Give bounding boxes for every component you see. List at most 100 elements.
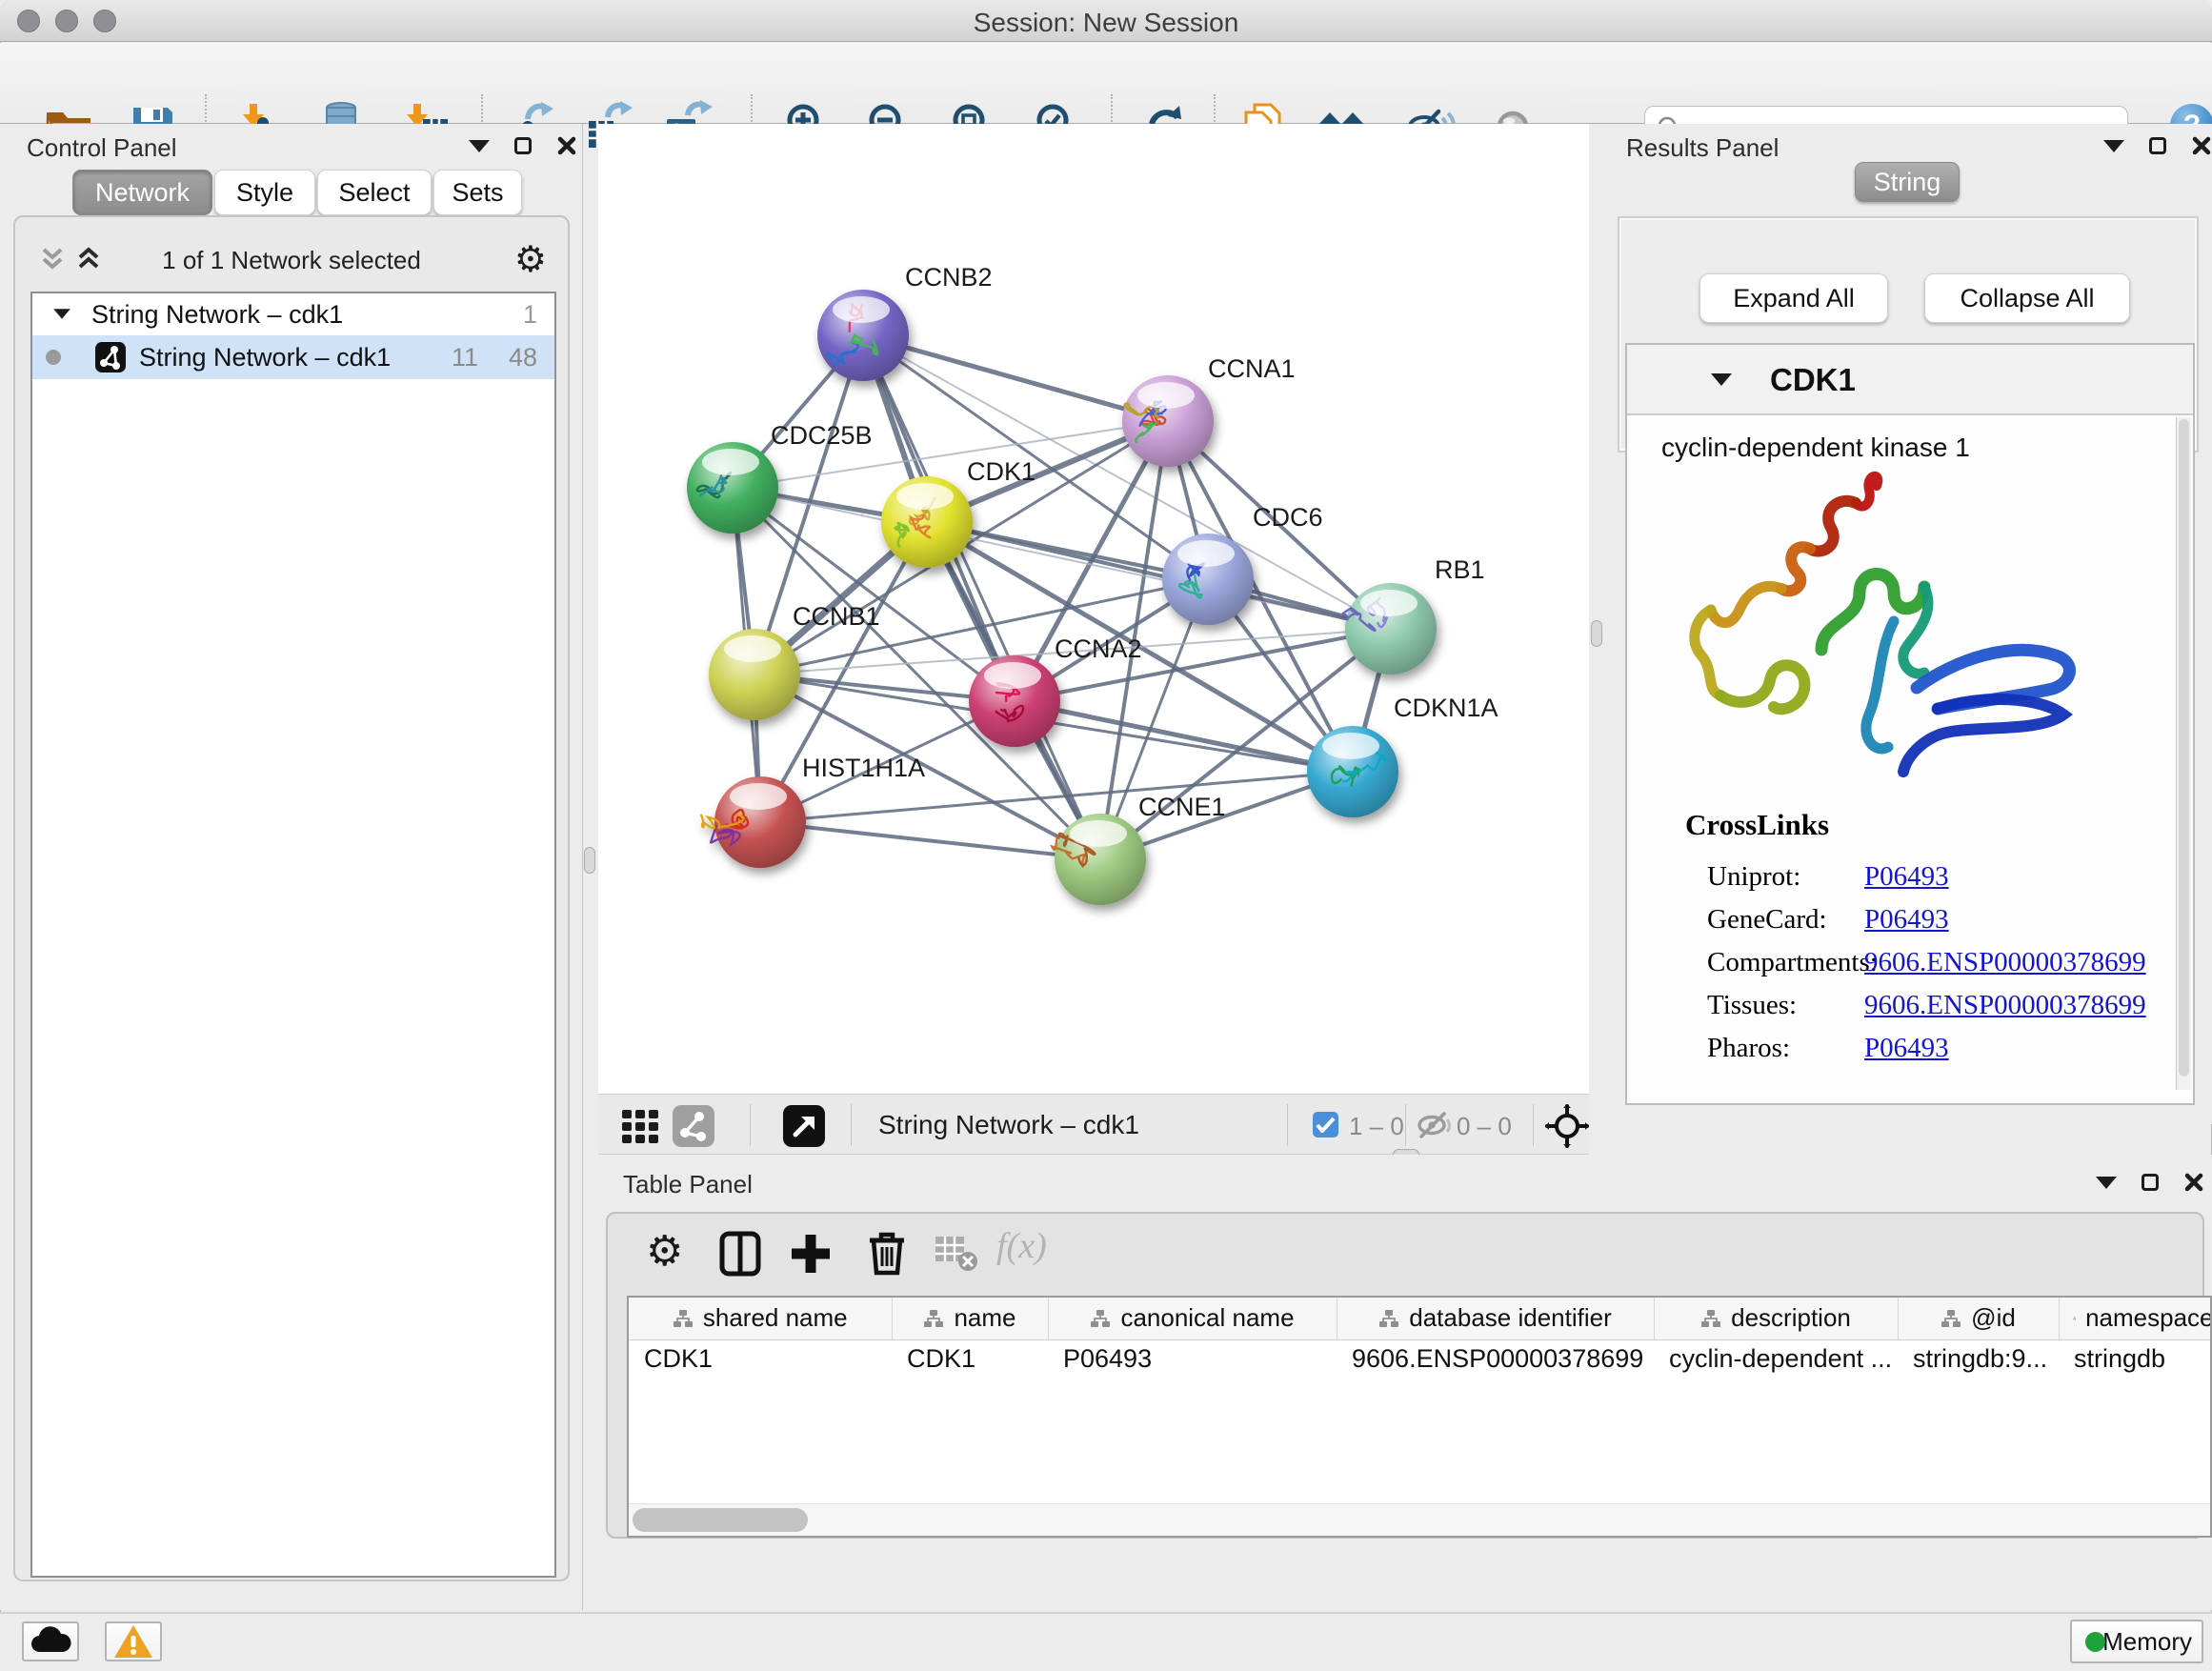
tissues-link[interactable]: 9606.ENSP00000378699: [1864, 990, 2146, 1021]
crosslink-row: Tissues:9606.ENSP00000378699: [1685, 984, 2181, 1027]
node-label-CCNA2: CCNA2: [1055, 634, 1142, 663]
add-column-icon[interactable]: [789, 1231, 833, 1279]
vertical-splitter-grip[interactable]: [1591, 620, 1602, 647]
center-view-icon[interactable]: [1545, 1104, 1589, 1151]
node-label-CCNB1: CCNB1: [793, 602, 880, 631]
network-status-dot: [46, 350, 61, 365]
edge-CDK1-RB1[interactable]: [927, 522, 1391, 629]
table-cell: cyclin-dependent ...: [1654, 1339, 1898, 1378]
column-header-databaseidentifier[interactable]: database identifier: [1337, 1298, 1654, 1339]
table-box: ⚙ f(x) shared namenamecanonical: [606, 1212, 2204, 1539]
uniprot-link[interactable]: P06493: [1864, 861, 1949, 893]
network-birdseye-icon[interactable]: [673, 1105, 714, 1150]
control-panel: Control Panel NetworkStyleSelectSets 1 o…: [0, 124, 583, 1610]
window-title: Session: New Session: [0, 8, 2212, 38]
network-graph[interactable]: CCNB2CCNA1CDC25BCDK1CDC6RB1CCNB1CCNA2CDK…: [598, 124, 1589, 1094]
table-options-gear-icon[interactable]: ⚙: [646, 1231, 683, 1273]
crosslinks-title: CrossLinks: [1685, 808, 2181, 842]
hidden-eye-icon: [1416, 1110, 1452, 1145]
node-CCNB2[interactable]: [817, 290, 909, 381]
control-panel-tabs: NetworkStyleSelectSets: [0, 170, 583, 219]
crosslink-label: Pharos:: [1685, 1033, 1864, 1064]
crosslinks-block: CrossLinks Uniprot:P06493GeneCard:P06493…: [1685, 808, 2181, 1070]
panel-close-icon[interactable]: [2183, 1172, 2204, 1193]
edge-HIST1H1A-CCNE1[interactable]: [760, 822, 1100, 859]
collection-label: String Network – cdk1: [91, 300, 343, 330]
title-bar: Session: New Session: [0, 0, 2212, 42]
toolbar-separator: [750, 1104, 751, 1146]
detach-view-icon[interactable]: [783, 1105, 825, 1150]
network-label: String Network – cdk1: [139, 343, 391, 372]
results-scrollbar[interactable]: [2176, 417, 2191, 1090]
column-header-id[interactable]: @id: [1898, 1298, 2059, 1339]
network-options-gear-icon[interactable]: ⚙: [514, 238, 547, 281]
tab-network[interactable]: Network: [72, 170, 212, 215]
node-CDC25B[interactable]: [687, 442, 778, 534]
panel-float-icon[interactable]: [2142, 1174, 2159, 1191]
table-row[interactable]: CDK1CDK1P064939606.ENSP00000378699cyclin…: [629, 1339, 2212, 1378]
node-CCNA1[interactable]: [1122, 375, 1214, 467]
delete-table-icon-disabled: [934, 1231, 979, 1276]
table-hscrollbar[interactable]: [629, 1503, 2210, 1536]
node-CCNB1[interactable]: [709, 629, 800, 720]
node-CCNA2[interactable]: [969, 655, 1060, 747]
delete-column-icon[interactable]: [866, 1231, 908, 1279]
tree-expand-icon[interactable]: [53, 309, 70, 318]
pharos-link[interactable]: P06493: [1864, 1033, 1949, 1064]
memory-button[interactable]: Memory: [2070, 1620, 2203, 1663]
node-CDC6[interactable]: [1162, 534, 1254, 625]
column-header-namespace[interactable]: namespace: [2059, 1298, 2212, 1339]
table-cell: stringdb: [2059, 1339, 2212, 1378]
table-cell: P06493: [1048, 1339, 1337, 1378]
current-network-name: String Network – cdk1: [878, 1110, 1139, 1140]
panel-float-icon[interactable]: [514, 137, 532, 154]
panel-close-icon[interactable]: [2191, 135, 2212, 156]
panel-float-icon[interactable]: [2149, 137, 2166, 154]
column-header-sharedname[interactable]: shared name: [629, 1298, 892, 1339]
panel-menu-icon[interactable]: [469, 140, 490, 152]
cloud-status-icon[interactable]: [22, 1621, 79, 1661]
vertical-splitter-grip[interactable]: [584, 847, 595, 874]
string-network-icon: [95, 342, 126, 372]
edge-CCNA2-CDKN1A[interactable]: [1015, 701, 1353, 772]
network-canvas[interactable]: CCNB2CCNA1CDC25BCDK1CDC6RB1CCNB1CCNA2CDK…: [598, 124, 1589, 1094]
node-CCNE1[interactable]: [1052, 814, 1146, 905]
panel-close-icon[interactable]: [556, 135, 577, 156]
node-CDK1[interactable]: [881, 476, 973, 568]
compartments-link[interactable]: 9606.ENSP00000378699: [1864, 947, 2146, 978]
panel-menu-icon[interactable]: [2096, 1177, 2117, 1189]
tab-sets[interactable]: Sets: [433, 170, 522, 215]
result-section-header[interactable]: CDK1: [1627, 345, 2193, 415]
expand-all-button[interactable]: Expand All: [1699, 273, 1888, 323]
toolbar-separator: [1533, 1104, 1534, 1146]
network-row-selected[interactable]: String Network – cdk1 11 48: [32, 335, 554, 379]
network-tree: String Network – cdk1 1 String Network –…: [30, 292, 556, 1578]
selected-checkbox-icon[interactable]: [1313, 1112, 1338, 1137]
collapse-all-button[interactable]: Collapse All: [1924, 273, 2130, 323]
toolbar-separator: [851, 1104, 852, 1146]
tab-select[interactable]: Select: [317, 170, 432, 215]
warning-icon[interactable]: [105, 1621, 162, 1661]
node-HIST1H1A[interactable]: [701, 776, 806, 868]
panel-menu-icon[interactable]: [2103, 140, 2124, 152]
network-collection-row[interactable]: String Network – cdk1 1: [32, 293, 554, 335]
node-table: shared namenamecanonical namedatabase id…: [627, 1296, 2212, 1538]
tab-string[interactable]: String: [1855, 162, 1960, 202]
edge-CCNB2-CCNA1[interactable]: [863, 335, 1168, 421]
column-header-name[interactable]: name: [892, 1298, 1048, 1339]
node-label-CDC6: CDC6: [1253, 503, 1323, 532]
crosslink-row: Pharos:P06493: [1685, 1027, 2181, 1070]
main-toolbar: ?: [0, 43, 2212, 124]
network-selection-bar: 1 of 1 Network selected ⚙: [15, 238, 568, 282]
section-collapse-icon[interactable]: [1711, 373, 1732, 386]
selected-nodes-edges-count: 1 – 0: [1349, 1112, 1404, 1141]
gene-name: CDK1: [1770, 362, 1856, 398]
column-header-description[interactable]: description: [1654, 1298, 1898, 1339]
crosslink-label: GeneCard:: [1685, 904, 1864, 936]
column-header-canonicalname[interactable]: canonical name: [1048, 1298, 1337, 1339]
grid-view-icon[interactable]: [620, 1106, 660, 1149]
genecard-link[interactable]: P06493: [1864, 904, 1949, 936]
node-CDKN1A[interactable]: [1307, 726, 1398, 817]
tab-style[interactable]: Style: [214, 170, 315, 215]
show-columns-icon[interactable]: [718, 1231, 762, 1279]
